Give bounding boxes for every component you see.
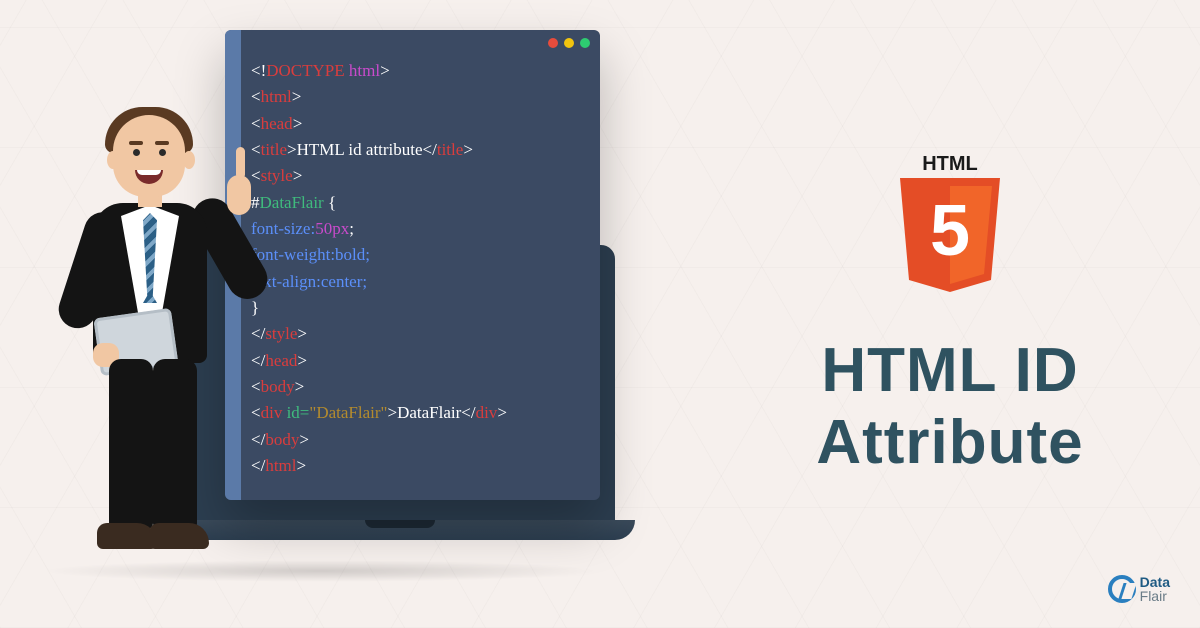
character-ear	[183, 151, 195, 169]
character-leg	[153, 359, 197, 529]
character-eyebrow	[155, 141, 169, 145]
logo-mark-icon	[1108, 575, 1136, 603]
character-shoe	[149, 523, 209, 549]
character-leg	[109, 359, 153, 529]
character-pointing-finger	[236, 147, 245, 179]
laptop-notch	[365, 520, 435, 528]
character-head	[113, 115, 185, 197]
presenter-character	[35, 115, 260, 585]
logo-line-1: Data	[1140, 575, 1170, 589]
dataflair-logo: Data Flair	[1108, 575, 1170, 603]
character-eyebrow	[129, 141, 143, 145]
window-controls	[548, 38, 590, 48]
badge-number: 5	[930, 191, 970, 271]
minimize-icon	[564, 38, 574, 48]
character-eye	[159, 149, 166, 156]
logo-line-2: Flair	[1140, 589, 1170, 603]
character-eye	[133, 149, 140, 156]
page-title: HTML ID Attribute	[816, 335, 1083, 478]
title-panel: HTML 5 HTML ID Attribute	[700, 0, 1200, 628]
headline-line-1: HTML ID	[816, 335, 1083, 406]
character-ear	[107, 151, 119, 169]
maximize-icon	[580, 38, 590, 48]
character-shoe	[97, 523, 157, 549]
code-editor-window: <!DOCTYPE html> <html> <head> <title>HTM…	[225, 30, 600, 500]
html5-badge-icon: HTML 5	[890, 150, 1010, 305]
logo-text: Data Flair	[1140, 575, 1170, 603]
badge-label: HTML	[922, 153, 978, 175]
close-icon	[548, 38, 558, 48]
headline-line-2: Attribute	[816, 407, 1083, 478]
code-content: <!DOCTYPE html> <html> <head> <title>HTM…	[241, 30, 600, 490]
character-hand-right	[227, 175, 251, 215]
